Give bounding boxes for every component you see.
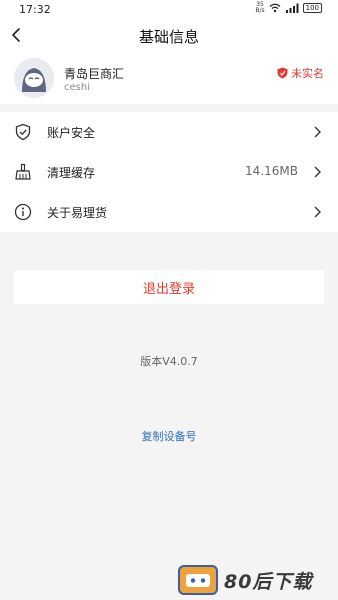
net-speed-unit: B/s [255,7,265,14]
menu-item-account-security[interactable]: 账户安全 [0,112,338,152]
copy-device-id-link[interactable]: 复制设备号 [0,428,338,444]
cache-size-value: 14.16MB [245,164,298,178]
settings-menu: 账户安全 清理缓存 14.16MB 关于易理货 [0,112,338,232]
chevron-right-icon [314,206,321,218]
logout-label: 退出登录 [142,281,195,297]
logout-button[interactable]: 退出登录 [14,270,324,304]
chevron-right-icon [314,126,321,138]
username: ceshi [64,82,90,93]
avatar[interactable] [14,58,54,98]
broom-icon [15,163,31,180]
watermark-text: 80后下载 [224,570,313,593]
shield-check-icon [277,67,288,79]
signal-icon [285,3,299,13]
menu-item-clear-cache[interactable]: 清理缓存 14.16MB [0,152,338,192]
section-gap [0,104,338,112]
robot-icon [186,574,210,587]
status-bar: 17:32 35 B/s 100 [0,0,338,18]
menu-item-label: 关于易理货 [47,206,108,220]
app-version: 版本V4.0.7 [140,355,198,368]
menu-item-label: 清理缓存 [47,166,96,180]
shield-check-icon [15,123,31,141]
battery-indicator: 100 [302,3,322,13]
company-name: 青岛巨商汇 [64,67,125,81]
net-speed: 35 B/s [255,2,264,14]
verification-badge[interactable]: 未实名 [277,65,324,81]
menu-item-label: 账户安全 [47,126,96,140]
status-icons: 35 B/s 100 [255,2,322,14]
profile-card: 青岛巨商汇 ceshi 未实名 [0,54,338,104]
page-title: 基础信息 [138,28,199,46]
header-bar: 基础信息 [0,18,338,54]
wifi-icon [269,3,281,13]
chevron-right-icon [314,166,321,178]
avatar-placeholder-icon [14,58,54,98]
info-icon [14,203,32,221]
watermark: 80后下载 [178,564,338,596]
verification-badge-label: 未实名 [291,67,324,80]
status-time: 17:32 [19,3,51,16]
menu-item-about[interactable]: 关于易理货 [0,192,338,232]
watermark-logo [178,565,218,595]
